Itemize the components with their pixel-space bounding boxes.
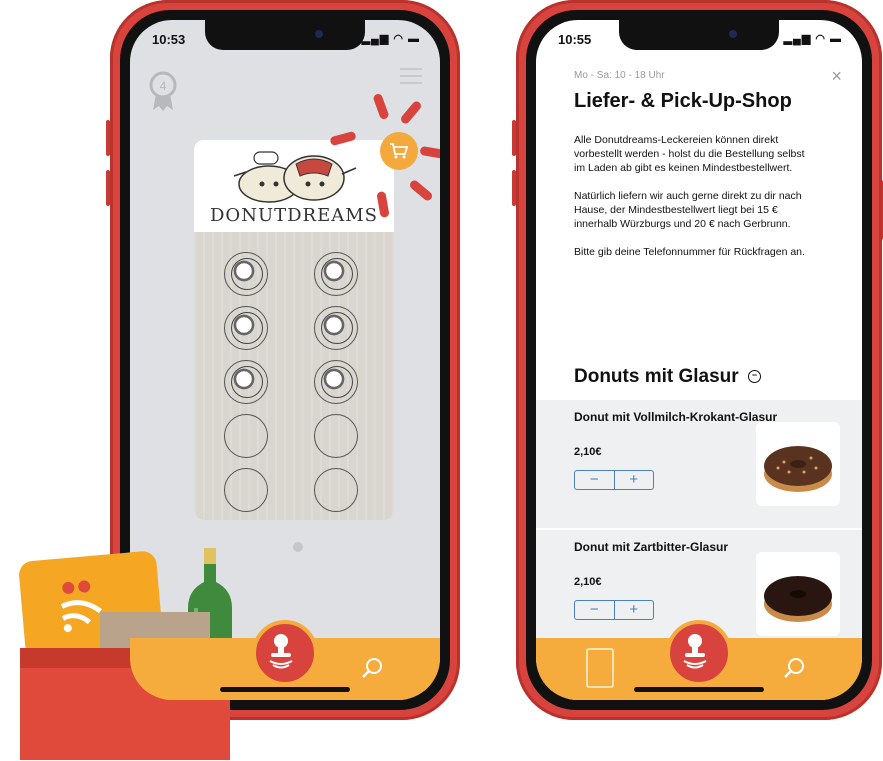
stamp-card-tab-icon[interactable] <box>586 648 614 688</box>
stamp-button[interactable] <box>252 620 318 686</box>
product-image[interactable] <box>756 422 840 506</box>
home-indicator <box>220 687 350 692</box>
shop-title: Liefer- & Pick-Up-Shop <box>574 90 792 112</box>
product-price: 2,10€ <box>574 446 602 458</box>
description-paragraph: Alle Donutdreams-Leckereien können direk… <box>574 134 805 174</box>
stamp-icon <box>269 634 293 669</box>
right-screen: 10:55 ▂▄▆ ◠ ▬ Mo - Sa: 10 - 18 Uhr × Lie… <box>536 20 862 700</box>
cart-button[interactable] <box>380 132 418 170</box>
menu-icon[interactable] <box>400 68 422 86</box>
stamp-slot-empty <box>224 414 268 458</box>
stamp-slot-empty <box>314 468 358 512</box>
stamp-slot-empty <box>224 468 268 512</box>
brand-name: DONUTDREAMS <box>210 205 378 226</box>
status-time: 10:53 <box>152 32 186 47</box>
donut-image <box>764 446 832 492</box>
section-header[interactable]: Donuts mit Glasur − <box>574 366 761 388</box>
product-name: Donut mit Zartbitter-Glasur <box>574 540 729 554</box>
highlight-ray <box>419 145 440 160</box>
description-paragraph: Bitte gib deine Telefonnummer für Rückfr… <box>574 246 805 258</box>
home-indicator <box>634 687 764 692</box>
stamp-slot-empty <box>314 414 358 458</box>
quantity-stepper: − + <box>574 600 654 620</box>
stamp-slot-filled <box>314 252 358 296</box>
page-indicator[interactable] <box>293 542 303 552</box>
status-bar: 10:55 ▂▄▆ ◠ ▬ <box>556 32 842 50</box>
highlight-ray <box>372 92 390 121</box>
collapse-icon[interactable]: − <box>747 370 761 384</box>
decrement-button[interactable]: − <box>575 601 615 619</box>
status-time: 10:55 <box>558 32 592 47</box>
stamp-card: DONUTDREAMS <box>194 140 394 520</box>
badge-number: 4 <box>160 79 167 93</box>
description-paragraph: Natürlich liefern wir auch gerne direkt … <box>574 190 802 230</box>
right-phone: 10:55 ▂▄▆ ◠ ▬ Mo - Sa: 10 - 18 Uhr × Lie… <box>512 0 883 720</box>
stamp-slot-filled <box>314 306 358 350</box>
status-bar: 10:53 ▂▄▆ ◠ ▬ <box>150 32 420 50</box>
stamp-slot-filled <box>224 252 268 296</box>
increment-button[interactable]: + <box>615 601 654 619</box>
product-row: Donut mit Vollmilch-Krokant-Glasur 2,10€… <box>536 400 862 528</box>
stamp-slot-filled <box>314 360 358 404</box>
opening-hours: Mo - Sa: 10 - 18 Uhr <box>574 70 665 81</box>
status-icons: ▂▄▆ ◠ ▬ <box>361 33 420 45</box>
product-price: 2,10€ <box>574 576 602 588</box>
volume-button <box>106 170 110 206</box>
increment-button[interactable]: + <box>615 471 654 489</box>
donut-image <box>764 576 832 622</box>
mascot-logo <box>233 151 357 203</box>
cart-icon <box>390 143 409 159</box>
highlight-ray <box>408 178 434 203</box>
product-name: Donut mit Vollmilch-Krokant-Glasur <box>574 410 778 424</box>
stamp-button[interactable] <box>666 620 732 686</box>
card-header: DONUTDREAMS <box>194 140 394 232</box>
decrement-button[interactable]: − <box>575 471 615 489</box>
volume-button <box>512 170 516 206</box>
product-image[interactable] <box>756 552 840 636</box>
award-badge-icon[interactable]: 4 <box>148 70 178 112</box>
status-icons: ▂▄▆ ◠ ▬ <box>783 33 842 45</box>
highlight-ray <box>399 99 423 126</box>
shop-description: Alle Donutdreams-Leckereien können direk… <box>574 133 812 273</box>
stamp-slot-filled <box>224 306 268 350</box>
search-icon[interactable] <box>360 656 384 680</box>
volume-button <box>106 120 110 156</box>
close-icon[interactable]: × <box>831 66 842 87</box>
search-icon[interactable] <box>782 656 806 680</box>
left-screen: 10:53 ▂▄▆ ◠ ▬ 4 DONUTDREAMS <box>130 20 440 700</box>
stamp-icon <box>683 634 707 669</box>
stamp-slot-filled <box>224 360 268 404</box>
stamp-grid <box>194 232 394 520</box>
volume-button <box>512 120 516 156</box>
quantity-stepper: − + <box>574 470 654 490</box>
section-title: Donuts mit Glasur <box>574 366 739 387</box>
